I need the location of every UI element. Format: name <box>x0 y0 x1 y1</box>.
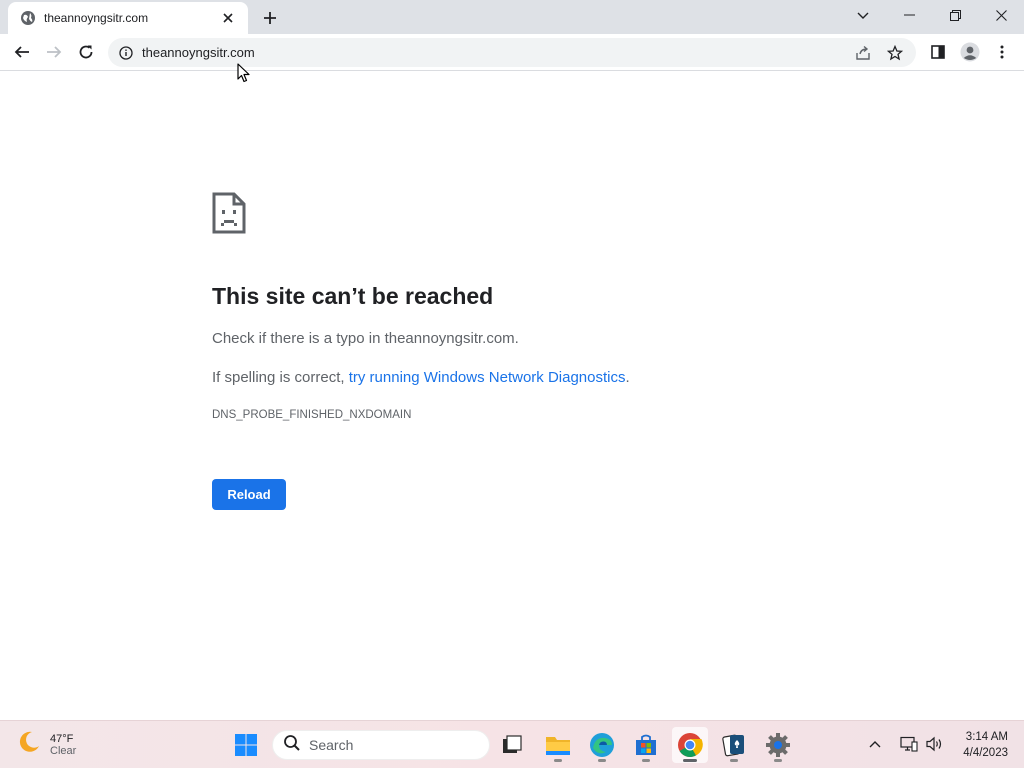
microsoft-store-icon[interactable] <box>628 727 664 763</box>
weather-condition: Clear <box>50 744 77 757</box>
clock-date: 4/4/2023 <box>963 747 1008 759</box>
running-indicator <box>683 759 697 762</box>
task-view-icon[interactable] <box>494 727 530 763</box>
browser-toolbar: theannoyngsitr.com <box>0 34 1024 71</box>
clock-time: 3:14 AM <box>965 731 1008 743</box>
reload-button[interactable]: Reload <box>212 479 286 510</box>
diagnostics-suggestion: If spelling is correct, try running Wind… <box>212 369 630 386</box>
page-content: This site can’t be reached Check if ther… <box>0 71 1024 720</box>
weather-widget[interactable]: 47°F Clear <box>16 729 76 760</box>
system-tray <box>864 733 946 755</box>
running-indicator <box>730 759 738 762</box>
info-icon[interactable] <box>118 45 134 61</box>
tab-title: theannoyngsitr.com <box>44 11 149 25</box>
chrome-icon[interactable] <box>672 727 708 763</box>
file-explorer-icon[interactable] <box>540 727 576 763</box>
volume-icon[interactable] <box>924 733 946 755</box>
sad-page-icon <box>212 192 246 234</box>
diagnostics-prefix: If spelling is correct, <box>212 369 349 386</box>
start-button[interactable] <box>228 727 264 763</box>
globe-icon <box>20 10 36 26</box>
browser-tab[interactable]: theannoyngsitr.com <box>8 2 248 34</box>
weather-temp: 47°F <box>50 732 74 745</box>
close-tab-icon[interactable] <box>218 8 238 28</box>
chevron-up-icon[interactable] <box>864 733 886 755</box>
side-panel-icon[interactable] <box>924 38 952 66</box>
search-icon <box>283 734 301 757</box>
new-tab-button[interactable] <box>258 6 282 30</box>
restore-icon[interactable] <box>932 0 978 30</box>
url-text: theannoyngsitr.com <box>142 45 255 60</box>
tab-search-chevron-icon[interactable] <box>850 4 876 28</box>
solitaire-icon[interactable] <box>716 727 752 763</box>
error-title: This site can’t be reached <box>212 283 494 309</box>
settings-gear-icon[interactable] <box>760 727 796 763</box>
profile-avatar-icon[interactable] <box>956 38 984 66</box>
share-icon[interactable] <box>850 40 876 66</box>
minimize-icon[interactable] <box>886 0 932 30</box>
address-bar[interactable]: theannoyngsitr.com <box>108 38 916 67</box>
back-arrow-icon[interactable] <box>8 38 36 66</box>
tab-strip: theannoyngsitr.com <box>0 0 1024 34</box>
network-icon[interactable] <box>898 733 920 755</box>
error-code: DNS_PROBE_FINISHED_NXDOMAIN <box>212 409 412 421</box>
running-indicator <box>554 759 562 762</box>
mouse-cursor-icon <box>237 63 251 83</box>
moon-icon <box>16 729 42 760</box>
reload-icon[interactable] <box>72 38 100 66</box>
edge-icon[interactable] <box>584 727 620 763</box>
menu-kebab-icon[interactable] <box>988 38 1016 66</box>
taskbar: 47°F Clear Search 3:14 AM 4/4/2023 <box>0 720 1024 768</box>
running-indicator <box>774 759 782 762</box>
taskbar-search[interactable]: Search <box>272 730 490 760</box>
close-window-icon[interactable] <box>978 0 1024 30</box>
typo-suggestion: Check if there is a typo in theannoyngsi… <box>212 330 519 347</box>
search-label: Search <box>309 737 354 753</box>
bookmark-star-icon[interactable] <box>882 40 908 66</box>
running-indicator <box>642 759 650 762</box>
forward-arrow-icon[interactable] <box>40 38 68 66</box>
clock[interactable]: 3:14 AM 4/4/2023 <box>950 729 1008 761</box>
diagnostics-suffix: . <box>625 369 630 386</box>
network-diagnostics-link[interactable]: try running Windows Network Diagnostics <box>349 369 626 386</box>
window-controls <box>886 0 1024 30</box>
running-indicator <box>598 759 606 762</box>
